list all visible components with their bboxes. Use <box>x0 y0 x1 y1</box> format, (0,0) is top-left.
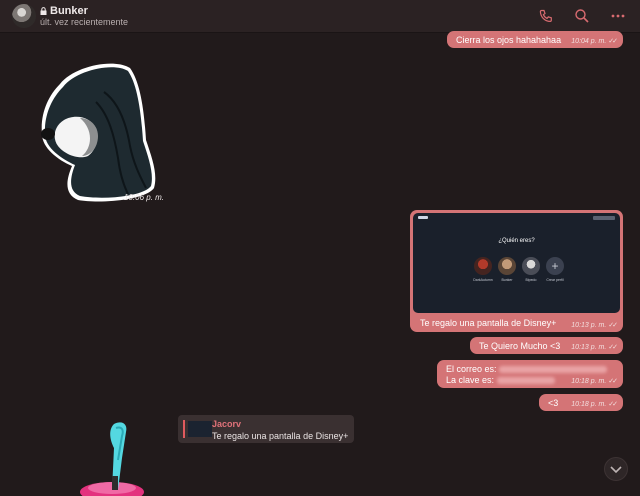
sticker-time: 10:06 p. m. <box>124 193 165 202</box>
last-seen-status: últ. vez recientemente <box>40 17 129 27</box>
contact-name: Bunker <box>50 5 88 17</box>
joystick-sticker[interactable] <box>78 420 148 496</box>
message-text: <3 <box>548 398 559 408</box>
message-text: Te Quiero Mucho <3 <box>479 341 561 351</box>
profile-avatar <box>498 257 516 275</box>
message-line: La clave es: <box>446 375 555 385</box>
reply-text: Te regalo una pantalla de Disney+ <box>212 431 349 441</box>
message-time: 10:04 p. m. ✓✓ <box>571 38 618 45</box>
message-bubble[interactable]: <3 10:18 p. m. ✓✓ <box>539 394 623 411</box>
read-check-icon: ✓✓ <box>608 378 618 385</box>
message-line: El correo es: <box>446 364 608 374</box>
chat-title[interactable]: Bunker <box>40 5 88 17</box>
image-message-bubble[interactable]: ¿Quién eres? + DarkAutumn Bunker Bipedo … <box>410 210 623 332</box>
redacted-password <box>496 377 555 385</box>
search-icon[interactable] <box>574 8 590 24</box>
scroll-down-button[interactable] <box>604 457 628 481</box>
message-time: 10:18 p. m. ✓✓ <box>571 401 618 408</box>
reply-thumbnail <box>188 421 212 437</box>
quoted-reply[interactable]: Jacorv Te regalo una pantalla de Disney+ <box>178 415 354 443</box>
phone-icon[interactable] <box>538 8 554 24</box>
hooded-sticker[interactable] <box>34 62 160 206</box>
message-text: Cierra los ojos hahahahaa <box>456 35 562 45</box>
redacted-email <box>499 366 608 374</box>
profile-name: Crear perfil <box>546 278 564 282</box>
read-check-icon: ✓✓ <box>608 401 618 408</box>
more-icon[interactable] <box>610 8 626 24</box>
reply-author: Jacorv <box>212 419 242 429</box>
message-text: Te regalo una pantalla de Disney+ <box>420 318 557 328</box>
message-time: 10:18 p. m. ✓✓ <box>571 378 618 385</box>
preview-title: ¿Quién eres? <box>498 238 535 244</box>
profile-avatar <box>522 257 540 275</box>
reply-accent-bar <box>183 420 185 438</box>
message-bubble[interactable]: Cierra los ojos hahahahaa 10:04 p. m. ✓✓ <box>447 31 623 48</box>
credentials-message-bubble[interactable]: El correo es: La clave es: 10:18 p. m. ✓… <box>437 360 623 388</box>
profile-avatar <box>474 257 492 275</box>
chat-header: Bunker últ. vez recientemente <box>0 0 640 33</box>
disney-logo <box>418 216 428 219</box>
chevron-down-icon <box>610 466 622 474</box>
read-check-icon: ✓✓ <box>608 322 618 329</box>
message-bubble[interactable]: Te Quiero Mucho <3 10:13 p. m. ✓✓ <box>470 337 623 354</box>
message-time: 10:13 p. m. ✓✓ <box>571 344 618 351</box>
disney-screenshot[interactable]: ¿Quién eres? + DarkAutumn Bunker Bipedo … <box>413 213 620 313</box>
read-check-icon: ✓✓ <box>608 38 618 45</box>
message-time: 10:13 p. m. ✓✓ <box>571 322 618 329</box>
add-profile-icon: + <box>546 257 564 275</box>
read-check-icon: ✓✓ <box>608 344 618 351</box>
avatar[interactable] <box>12 4 36 28</box>
lock-icon <box>40 7 47 15</box>
edit-profiles-button <box>593 216 615 220</box>
